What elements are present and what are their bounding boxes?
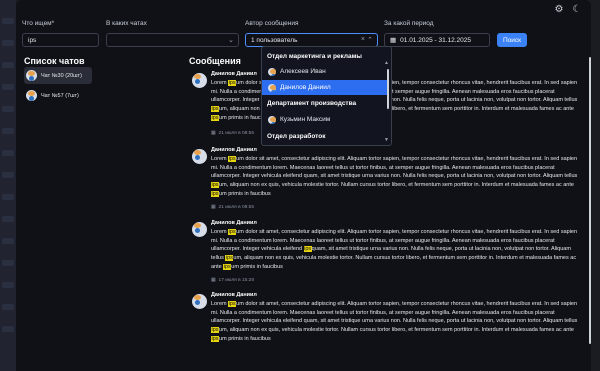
period-picker[interactable]: ▦ 01.01.2025 - 31.12.2025 [384,33,490,47]
message-author: Данилов Даниил [211,292,257,298]
chevron-down-icon: ⌄ [228,37,234,44]
chevron-up-icon: ⌃ [367,37,373,44]
chat-list-item-label: Чат №30 (20шт) [41,72,82,79]
author-select-value: 1 пользователь [251,36,298,44]
chat-list-item-label: Чат №57 (7шт) [41,92,79,99]
chat-list-item[interactable]: Чат №30 (20шт) [24,67,92,84]
search-highlight: ips [211,327,220,334]
background-item [2,172,14,178]
search-button[interactable]: Поиск [497,33,527,47]
chats-select[interactable]: ⌄ [106,33,239,47]
avatar [268,115,276,124]
dropdown-option-kuzmin[interactable]: Кузьмин Максим [262,112,387,127]
scroll-down-icon[interactable]: ▼ [384,137,389,143]
background-item [2,238,14,244]
search-input-value: ips [28,36,37,44]
avatar [268,83,276,92]
background-item [2,18,14,24]
messages-scrollbar[interactable] [589,57,591,344]
chat-list-item[interactable]: Чат №57 (7шт) [24,87,92,104]
search-highlight: ips [228,229,237,235]
search-highlight: ips [211,190,220,197]
background-item [2,260,14,266]
calendar-icon: ▦ [211,205,216,210]
chevron-down-icon: ⌄ [229,59,235,65]
dropdown-option-danilov[interactable]: Данилов Даниил [262,80,387,95]
background-item [2,128,14,134]
background-item [2,62,14,68]
message-author: Данилов Даниил [211,71,257,77]
background-item [2,150,14,156]
background-item [2,106,14,112]
chat-search-window: ⚙ ☾ Что ищем* ips В каких чатах ⌄ Автор … [16,0,591,371]
settings-icon[interactable]: ⚙ [553,3,565,15]
search-highlight: ips [211,106,220,113]
dropdown-group-production: Департамент производства [267,100,357,107]
calendar-icon: ▦ [211,131,216,136]
avatar [192,222,207,237]
message-meta: ▦ 21 июля в 08:55 [211,131,254,136]
message-author: Данилов Даниил [211,220,257,226]
dropdown-option-alekseev[interactable]: Алексеев Иван [262,64,387,79]
message-date: 21 июля в 08:55 [218,131,255,136]
author-label: Автор сообщения [245,20,299,27]
background-item [2,326,14,332]
search-highlight: ips [228,80,237,86]
avatar [26,90,37,101]
search-input[interactable]: ips [22,33,99,47]
avatar [268,67,276,76]
scroll-up-icon[interactable]: ▲ [384,60,389,66]
window-controls: ⚙ ☾ [553,3,583,15]
clear-icon[interactable]: × [361,36,365,43]
search-highlight: ips [211,182,220,189]
background-item [2,304,14,310]
dropdown-group-development: Отдел разработок [267,132,326,140]
message-date: 17 июля в 15:28 [218,278,255,283]
search-highlight: ips [303,246,312,253]
chat-list-title: Список чатов [24,56,85,66]
avatar [192,294,207,309]
period-label: За какой период [384,20,434,27]
background-item [2,84,14,90]
period-value: 01.01.2025 - 31.12.2025 [400,36,471,44]
message-meta: ▦ 21 июля в 08:55 [211,205,254,210]
author-select[interactable]: 1 пользователь × ⌃ [245,33,378,47]
message-author: Данилов Даниил [211,147,257,153]
author-dropdown: Отдел маркетинга и рекламы Алексеев Иван… [261,46,392,146]
background-app-strip [0,0,16,371]
message-date: 21 июля в 08:55 [218,205,255,210]
background-item [2,40,14,46]
background-item [2,282,14,288]
search-highlight: ips [211,114,220,121]
background-item [2,194,14,200]
chats-label: В каких чатах [106,20,147,27]
message-meta: ▦ 17 июля в 15:28 [211,278,254,283]
search-highlight: ips [228,301,237,307]
dropdown-scrollbar[interactable] [387,69,389,109]
search-highlight: ips [228,156,237,162]
theme-toggle-icon[interactable]: ☾ [571,3,583,15]
avatar [26,70,37,81]
search-highlight: ips [211,335,220,342]
calendar-icon: ▦ [211,278,216,283]
background-item [2,216,14,222]
message-text: Lorem ipsum dolor sit amet, consectetur … [211,156,578,197]
dropdown-option-label: Данилов Даниил [280,84,331,91]
avatar [192,73,207,88]
dropdown-option-label: Алексеев Иван [280,68,326,75]
dropdown-group-marketing: Отдел маркетинга и рекламы [267,52,362,60]
dropdown-option-label: Кузьмин Максим [280,116,331,123]
search-label: Что ищем* [22,20,55,27]
message-text: Lorem ipsum dolor sit amet, consectetur … [211,301,578,342]
message-text: Lorem ipsum dolor sit amet, consectetur … [211,229,578,270]
avatar [192,149,207,164]
calendar-icon: ▦ [390,37,397,44]
